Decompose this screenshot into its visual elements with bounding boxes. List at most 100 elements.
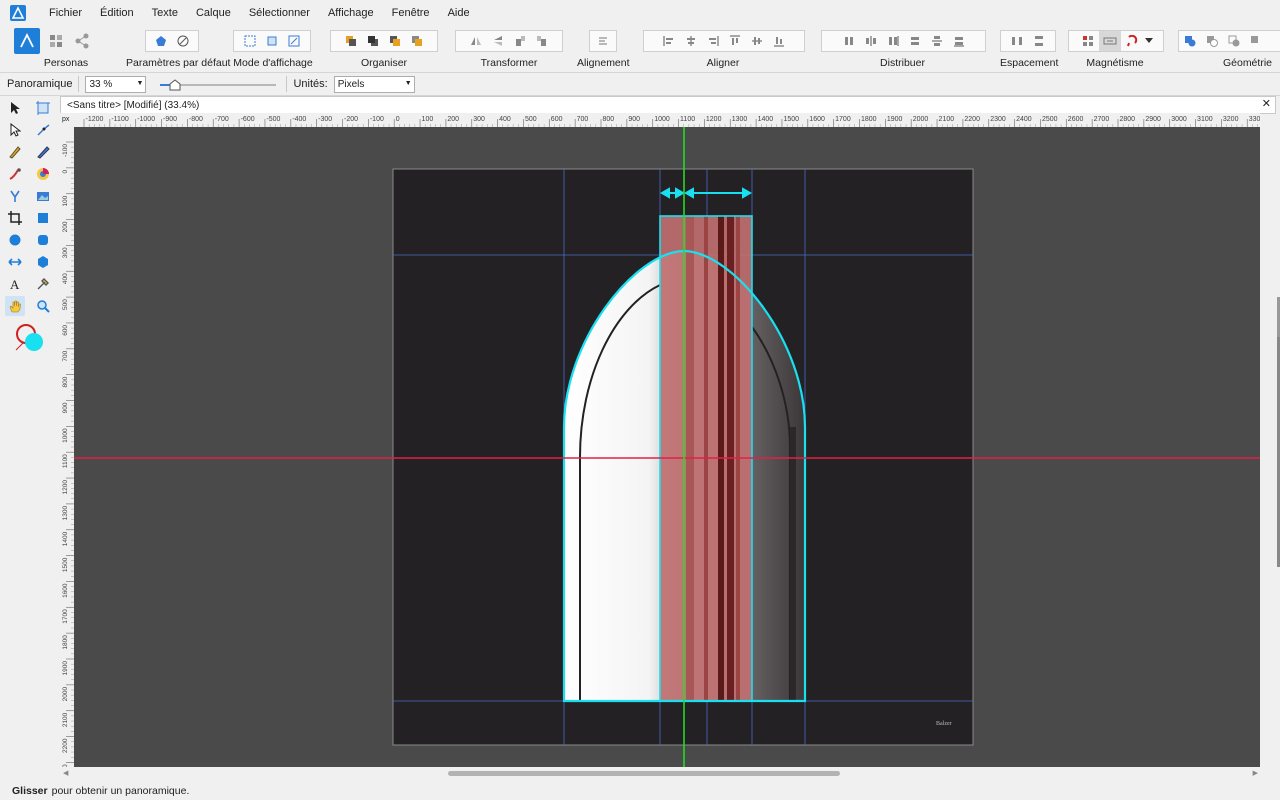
snapping-options-icon[interactable] xyxy=(1099,31,1121,51)
view-mode-pixel-icon[interactable] xyxy=(261,31,283,51)
distribute-group: Distribuer xyxy=(821,30,986,69)
rectangle-tool-icon[interactable] xyxy=(33,208,53,228)
vertical-scrollbar[interactable] xyxy=(1262,127,1280,767)
distribute-middle-icon[interactable] xyxy=(926,31,948,51)
place-image-tool-icon[interactable] xyxy=(33,186,53,206)
alignment-label: Alignement xyxy=(577,57,630,69)
menu-affichage[interactable]: Affichage xyxy=(319,0,383,26)
view-mode-normal-icon[interactable] xyxy=(239,31,261,51)
chevron-down-icon[interactable]: ▼ xyxy=(137,80,144,87)
space-horizontal-icon[interactable] xyxy=(1006,31,1028,51)
distribute-left-icon[interactable] xyxy=(838,31,860,51)
designer-persona-icon[interactable] xyxy=(14,28,40,54)
scrollbar-thumb[interactable] xyxy=(448,771,840,776)
ruler-label: 2800 xyxy=(1120,116,1136,123)
units-label: Unités: xyxy=(293,78,328,90)
affinity-designer-icon[interactable] xyxy=(10,5,26,21)
distribute-center-icon[interactable] xyxy=(860,31,882,51)
zoom-tool-icon[interactable] xyxy=(33,296,53,316)
scroll-left-icon[interactable]: ◀ xyxy=(63,769,68,777)
menu-fichier[interactable]: Fichier xyxy=(40,0,91,26)
ruler-label: 2100 xyxy=(939,116,955,123)
rounded-rectangle-tool-icon[interactable] xyxy=(33,230,53,250)
snapping-dropdown-icon[interactable] xyxy=(1143,31,1155,51)
transparency-tool-icon[interactable] xyxy=(5,186,25,206)
zoom-slider[interactable] xyxy=(160,76,280,92)
menu-edition[interactable]: Édition xyxy=(91,0,143,26)
scroll-right-icon[interactable]: ▶ xyxy=(1253,769,1258,777)
align-bottom-icon[interactable] xyxy=(768,31,790,51)
add-geometry-icon[interactable] xyxy=(1179,31,1201,51)
ruler-label: 1200 xyxy=(706,116,722,123)
revert-defaults-icon[interactable] xyxy=(172,31,194,51)
space-vertical-icon[interactable] xyxy=(1028,31,1050,51)
artboard-tool-icon[interactable] xyxy=(33,98,53,118)
fill-tool-icon[interactable] xyxy=(33,164,53,184)
document-tab[interactable]: <Sans titre> [Modifié] (33.4%) ✕ xyxy=(60,96,1276,114)
alignment-icon[interactable] xyxy=(592,31,614,51)
vector-brush-tool-icon[interactable] xyxy=(5,164,25,184)
snapping-grid-icon[interactable] xyxy=(1077,31,1099,51)
ruler-label: 600 xyxy=(62,325,69,336)
move-to-front-icon[interactable] xyxy=(406,31,428,51)
align-middle-icon[interactable] xyxy=(746,31,768,51)
distribute-right-icon[interactable] xyxy=(882,31,904,51)
node-tool-icon[interactable] xyxy=(5,120,25,140)
corner-tool-icon[interactable] xyxy=(33,120,53,140)
intersect-geometry-icon[interactable] xyxy=(1223,31,1245,51)
close-icon[interactable]: ✕ xyxy=(1262,97,1271,110)
ruler-label: -1000 xyxy=(137,116,155,123)
export-persona-icon[interactable] xyxy=(72,28,92,54)
units-combo[interactable]: Pixels ▼ xyxy=(333,75,415,93)
align-left-icon[interactable] xyxy=(658,31,680,51)
ruler-label: 1100 xyxy=(680,116,695,123)
horizontal-scrollbar[interactable]: ◀ ▶ xyxy=(60,767,1260,781)
align-center-icon[interactable] xyxy=(680,31,702,51)
flip-horizontal-icon[interactable] xyxy=(465,31,487,51)
view-mode-retina-icon[interactable] xyxy=(283,31,305,51)
measure-tool-icon[interactable] xyxy=(5,252,25,272)
synchronize-defaults-icon[interactable] xyxy=(150,31,172,51)
align-top-icon[interactable] xyxy=(724,31,746,51)
menu-selectionner[interactable]: Sélectionner xyxy=(240,0,319,26)
canvas[interactable]: Balzer xyxy=(74,127,1260,767)
tool-name-label: Panoramique xyxy=(7,78,73,90)
divide-geometry-icon[interactable] xyxy=(1245,31,1267,51)
ruler-label: 1600 xyxy=(809,116,825,123)
horizontal-ruler: -1200 -1100 -1000 -900 -800 -700 -600 -500 -400-… xyxy=(74,113,1260,128)
ruler-label: 2900 xyxy=(1145,116,1161,123)
hand-tool-icon[interactable] xyxy=(5,296,25,316)
rotate-left-icon[interactable] xyxy=(509,31,531,51)
menu-bar: Fichier Édition Texte Calque Sélectionne… xyxy=(0,0,1280,26)
move-back-one-icon[interactable] xyxy=(362,31,384,51)
move-forward-one-icon[interactable] xyxy=(384,31,406,51)
ruler-label: -900 xyxy=(163,116,177,123)
snapping-magnet-icon[interactable] xyxy=(1121,31,1143,51)
pixel-persona-icon[interactable] xyxy=(46,28,66,54)
distribute-bottom-icon[interactable] xyxy=(948,31,970,51)
move-to-back-icon[interactable] xyxy=(340,31,362,51)
pen-tool-icon[interactable] xyxy=(5,142,25,162)
ellipse-tool-icon[interactable] xyxy=(5,230,25,250)
menu-calque[interactable]: Calque xyxy=(187,0,240,26)
move-tool-icon[interactable] xyxy=(5,98,25,118)
flip-vertical-icon[interactable] xyxy=(487,31,509,51)
align-right-icon[interactable] xyxy=(702,31,724,51)
menu-fenetre[interactable]: Fenêtre xyxy=(383,0,439,26)
distribute-top-icon[interactable] xyxy=(904,31,926,51)
slider-thumb-icon[interactable] xyxy=(169,79,181,91)
chevron-down-icon[interactable]: ▼ xyxy=(405,80,412,87)
pencil-tool-icon[interactable] xyxy=(33,142,53,162)
crop-tool-icon[interactable] xyxy=(5,208,25,228)
shapes-tool-icon[interactable] xyxy=(33,252,53,272)
color-picker-tool-icon[interactable] xyxy=(33,274,53,294)
text-tool-icon[interactable]: A xyxy=(5,274,25,294)
menu-texte[interactable]: Texte xyxy=(143,0,187,26)
ruler-label: 1300 xyxy=(62,506,69,521)
menu-aide[interactable]: Aide xyxy=(439,0,479,26)
zoom-combo[interactable]: 33 % ▼ xyxy=(85,75,147,93)
rotate-right-icon[interactable] xyxy=(531,31,553,51)
color-swatches[interactable] xyxy=(14,322,46,354)
subtract-geometry-icon[interactable] xyxy=(1201,31,1223,51)
ruler-label: -200 xyxy=(344,116,358,123)
